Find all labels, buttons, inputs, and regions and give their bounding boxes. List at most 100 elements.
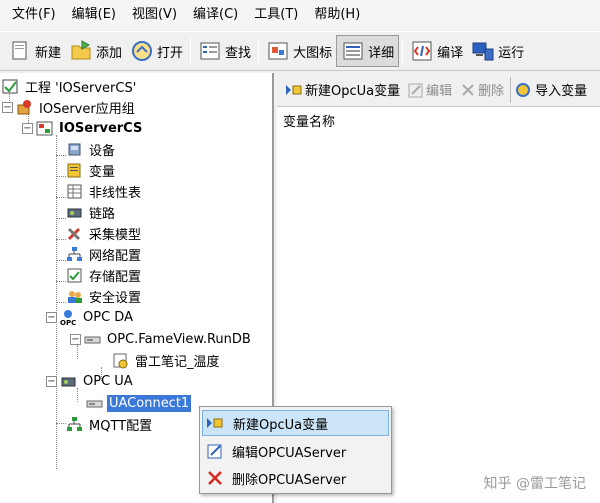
tree-connector [56, 197, 66, 198]
menu-edit[interactable]: 编辑(E) [64, 4, 124, 26]
device-icon [66, 141, 83, 158]
tree-connector [56, 302, 66, 303]
tree-item-ua-connect[interactable]: UAConnect1 [86, 393, 192, 414]
tree-label-network-config: 网络配置 [89, 249, 142, 264]
tree-label-device: 设备 [89, 144, 116, 159]
mqtt-network-icon [66, 416, 83, 433]
tree-connector [56, 176, 66, 177]
collapse-toggle-icon[interactable]: − [2, 102, 13, 113]
tree-item-variable[interactable]: 变量 [66, 160, 117, 181]
tree-label-storage-config: 存储配置 [89, 270, 142, 285]
menu-help[interactable]: 帮助(H) [306, 4, 368, 26]
open-button-label: 打开 [157, 45, 184, 61]
large-icon-view-icon [266, 39, 290, 63]
tree-item-storage-config[interactable]: 存储配置 [66, 265, 143, 286]
edit-button[interactable]: 编辑 [404, 77, 456, 103]
tree-item-device[interactable]: 设备 [66, 139, 117, 160]
new-button-label: 新建 [35, 45, 62, 61]
tree-item-opc-da-variable[interactable]: 雷工笔记_温度 [112, 350, 222, 371]
tree-label-mqtt: MQTT配置 [89, 419, 153, 434]
collapse-toggle-icon[interactable]: − [22, 123, 33, 134]
tree-label-opc-da: OPC DA [83, 310, 133, 325]
project-checkbox-icon [2, 78, 19, 95]
tag-variable-icon [112, 352, 129, 369]
add-button[interactable]: 添加 [65, 35, 126, 67]
tree-connector [56, 239, 66, 240]
tree-item-opc-da-server[interactable]: − OPC.FameView.RunDB [70, 329, 253, 350]
detail-button[interactable]: 详细 [336, 35, 400, 67]
toolbar-separator [190, 37, 192, 65]
tree-connector [56, 218, 66, 219]
context-new-opcua-variable-label: 新建OpcUa变量 [233, 417, 329, 433]
tree-item-group[interactable]: − IOServer应用组 [2, 97, 137, 118]
tree-item-opc-ua[interactable]: − OPC UA [46, 371, 135, 392]
context-edit-opcua-server[interactable]: 编辑OPCUAServer [202, 438, 389, 464]
tree-label-opc-da-variable: 雷工笔记_温度 [135, 355, 220, 370]
large-icon-button-label: 大图标 [293, 45, 333, 61]
tree-label-opc-ua: OPC UA [83, 374, 133, 389]
column-header-variable-name[interactable]: 变量名称 [277, 107, 600, 134]
context-delete-opcua-server[interactable]: 删除OPCUAServer [202, 465, 389, 491]
menu-compile[interactable]: 编译(C) [185, 4, 246, 26]
delete-button[interactable]: 删除 [456, 77, 508, 103]
toolbar-separator [258, 37, 260, 65]
storage-icon [66, 267, 83, 284]
open-button[interactable]: 打开 [126, 35, 187, 67]
edit-icon [204, 440, 226, 462]
compile-button[interactable]: 编译 [406, 35, 467, 67]
tree-connector [56, 260, 66, 261]
menu-tools[interactable]: 工具(T) [246, 4, 306, 26]
find-icon [198, 39, 222, 63]
menu-file[interactable]: 文件(F) [4, 4, 64, 26]
toolbar-separator [402, 37, 404, 65]
run-button[interactable]: 运行 [467, 35, 528, 67]
tree-item-project[interactable]: 工程 'IOServerCS' [2, 76, 138, 97]
link-icon [66, 204, 83, 221]
open-icon [130, 39, 154, 63]
context-delete-opcua-server-label: 删除OPCUAServer [232, 472, 347, 488]
tree-item-server[interactable]: − IOServerCS [22, 118, 144, 139]
tree-connector [56, 281, 66, 282]
tree-label-link: 链路 [89, 207, 116, 222]
collapse-toggle-icon[interactable]: − [46, 312, 57, 323]
tree-label-nonlinear-table: 非线性表 [89, 186, 142, 201]
tree-label-opc-da-server: OPC.FameView.RunDB [107, 332, 251, 347]
new-opcua-variable-button[interactable]: 新建OpcUa变量 [281, 77, 404, 103]
menu-view[interactable]: 视图(V) [124, 4, 185, 26]
tree-item-nonlinear-table[interactable]: 非线性表 [66, 181, 143, 202]
tree-item-mqtt[interactable]: MQTT配置 [66, 414, 154, 435]
opc-icon: OPC [60, 309, 77, 327]
tree-label-project: 工程 'IOServerCS' [25, 81, 137, 96]
network-icon [66, 246, 83, 263]
collapse-toggle-icon[interactable]: − [46, 376, 57, 387]
tree-label-variable: 变量 [89, 165, 116, 180]
add-button-label: 添加 [96, 45, 123, 61]
import-variable-button[interactable]: 导入变量 [510, 76, 591, 103]
main-toolbar: 新建 添加 打开 查找 大图标 详细 编译 运行 [0, 31, 600, 71]
import-variable-label: 导入变量 [535, 84, 588, 99]
tree-item-security[interactable]: 安全设置 [66, 286, 143, 307]
tree-connector [56, 155, 66, 156]
new-document-icon [8, 39, 32, 63]
compile-icon [410, 39, 434, 63]
run-button-label: 运行 [498, 45, 525, 61]
menu-bar: 文件(F) 编辑(E) 视图(V) 编译(C) 工具(T) 帮助(H) [0, 0, 600, 30]
detail-button-label: 详细 [368, 45, 395, 61]
svg-text:OPC: OPC [60, 319, 76, 326]
tree-item-opc-da[interactable]: − OPC OPC DA [46, 307, 135, 328]
tree-item-link[interactable]: 链路 [66, 202, 117, 223]
tree-item-network-config[interactable]: 网络配置 [66, 244, 143, 265]
new-button[interactable]: 新建 [4, 35, 65, 67]
tree-connector [56, 423, 66, 424]
tree-item-acquisition-model[interactable]: 采集模型 [66, 223, 143, 244]
table-icon [66, 183, 83, 200]
large-icon-button[interactable]: 大图标 [262, 35, 336, 67]
variable-icon [66, 162, 83, 179]
context-new-opcua-variable[interactable]: 新建OpcUa变量 [202, 410, 389, 436]
find-button[interactable]: 查找 [194, 35, 255, 67]
list-toolbar: 新建OpcUa变量 编辑 删除 导入变量 [277, 73, 600, 107]
delete-icon [460, 82, 476, 98]
tree-label-server: IOServerCS [59, 121, 143, 136]
edit-label: 编辑 [426, 84, 453, 99]
collapse-toggle-icon[interactable]: − [70, 334, 81, 345]
